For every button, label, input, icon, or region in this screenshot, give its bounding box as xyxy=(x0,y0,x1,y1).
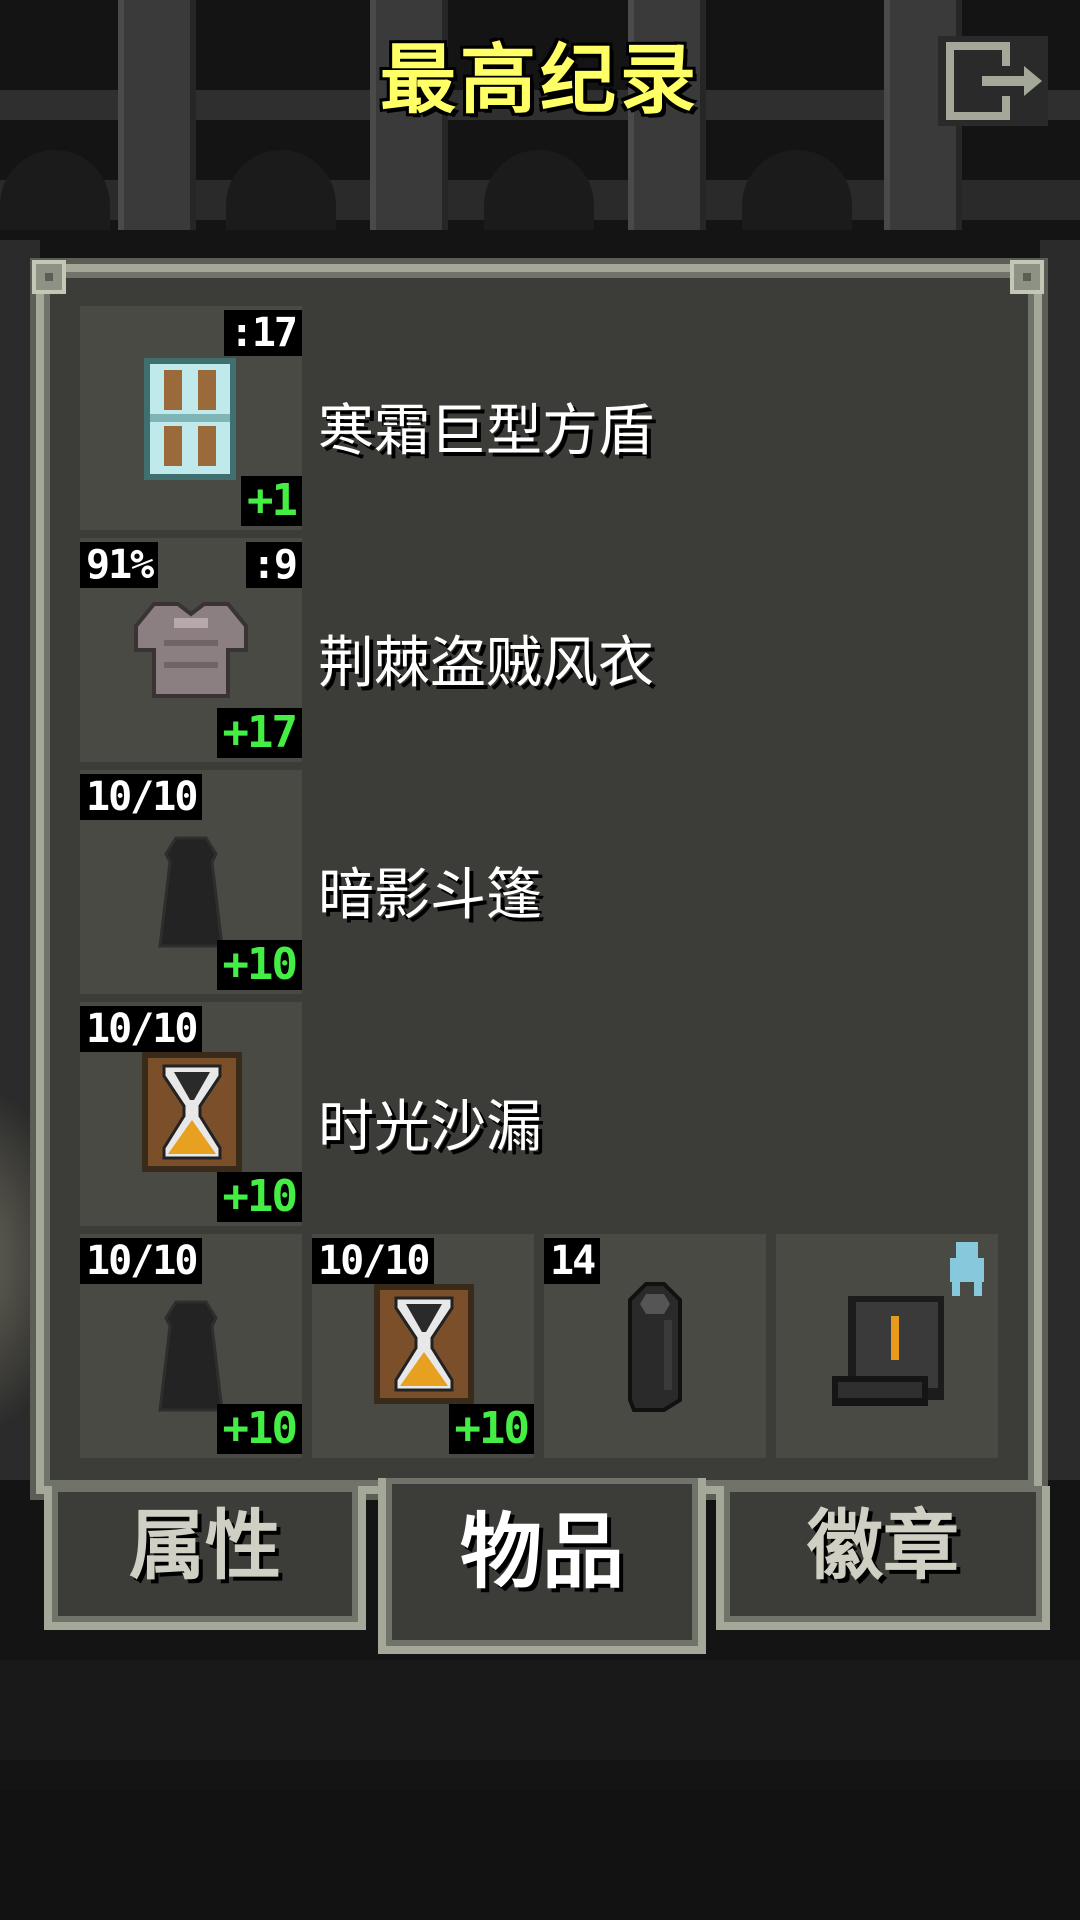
charge-count: 10/10 xyxy=(80,1238,203,1284)
charge-count: 10/10 xyxy=(312,1238,435,1284)
frost-tower-shield-icon xyxy=(144,358,236,480)
quickslot-row: 10/10 +10 10/10 +10 14 xyxy=(44,1234,1002,1464)
bonus-label: +10 xyxy=(216,1172,302,1222)
panel-corner xyxy=(32,260,66,294)
charge-count: 10/10 xyxy=(80,774,203,820)
quickslot[interactable]: 10/10 +10 xyxy=(312,1234,534,1458)
charge-count: 10/10 xyxy=(80,1006,203,1052)
item-slot[interactable]: :17 +1 xyxy=(80,306,302,530)
bonus-label: +1 xyxy=(241,476,302,526)
item-name: 荆棘盗贼风衣 xyxy=(318,631,654,696)
hourglass-icon xyxy=(142,1052,242,1172)
dark-stone-icon xyxy=(628,1282,682,1412)
upgrade-level: :9 xyxy=(245,542,302,588)
bonus-label: +10 xyxy=(216,940,302,990)
charge-percent: 91% xyxy=(80,542,159,588)
tome-chest-icon xyxy=(832,1296,944,1406)
item-name: 寒霜巨型方盾 xyxy=(318,399,654,464)
quickslot[interactable]: 10/10 +10 xyxy=(80,1234,302,1458)
item-slot[interactable]: 10/10 +10 xyxy=(80,770,302,994)
ghost-icon xyxy=(950,1242,984,1296)
item-slot[interactable]: 91% :9 +17 xyxy=(80,538,302,762)
shadow-cloak-icon xyxy=(158,1300,224,1412)
panel-corner xyxy=(1010,260,1044,294)
item-name: 暗影斗篷 xyxy=(318,863,542,928)
tab-items[interactable]: 物品 xyxy=(378,1478,706,1654)
item-row[interactable]: 10/10 +10 时光沙漏 xyxy=(44,1002,1002,1232)
exit-door-icon xyxy=(946,42,1042,120)
hourglass-icon xyxy=(374,1284,474,1404)
bonus-label: +17 xyxy=(216,708,302,758)
item-row[interactable]: 10/10 +10 暗影斗篷 xyxy=(44,770,1002,1000)
tab-badges[interactable]: 徽章 xyxy=(716,1486,1050,1630)
shadow-cloak-icon xyxy=(158,836,224,948)
page-title: 最高纪录 xyxy=(380,35,700,124)
tab-stats[interactable]: 属性 xyxy=(44,1486,366,1630)
quickslot[interactable] xyxy=(776,1234,998,1458)
item-row[interactable]: 91% :9 +17 荆棘盗贼风衣 xyxy=(44,538,1002,768)
bonus-label: +10 xyxy=(448,1404,534,1454)
item-count: 14 xyxy=(544,1238,601,1284)
upgrade-level: :17 xyxy=(223,310,302,356)
quickslot[interactable]: 14 xyxy=(544,1234,766,1458)
item-row[interactable]: :17 +1 寒霜巨型方盾 xyxy=(44,306,1002,536)
exit-button[interactable] xyxy=(938,36,1048,126)
item-slot[interactable]: 10/10 +10 xyxy=(80,1002,302,1226)
bonus-label: +10 xyxy=(216,1404,302,1454)
rogue-cloak-armor-icon xyxy=(134,602,248,698)
item-name: 时光沙漏 xyxy=(318,1095,542,1160)
